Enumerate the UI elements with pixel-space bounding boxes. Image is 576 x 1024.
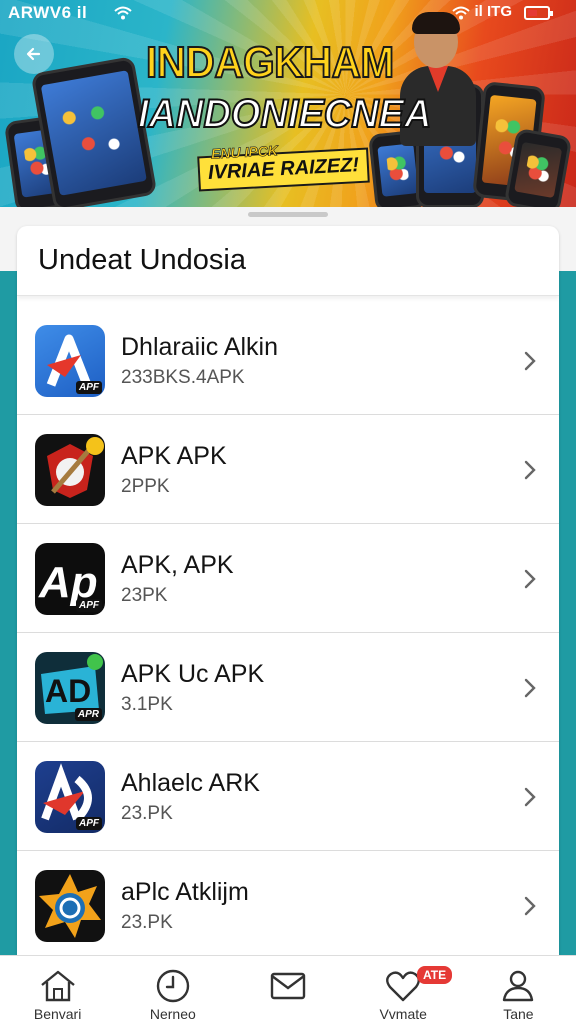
app-name: Dhlaraiic Alkin — [121, 333, 279, 361]
app-list-card: Undeat Undosia APF Dhlaraiic Alkin 233BK… — [17, 226, 559, 956]
apk-badge: APF — [76, 381, 102, 394]
ad-teal-icon: AD APR — [35, 652, 105, 724]
apk-badge: APF — [76, 817, 102, 830]
sheet-drag-handle[interactable] — [248, 212, 328, 217]
chevron-right-icon — [524, 896, 536, 916]
app-name: aPlc Atklijm — [121, 878, 249, 906]
nav-item-mail[interactable] — [230, 956, 345, 1024]
nav-label-home: Benvari — [33, 1006, 82, 1022]
compass-shield-icon — [35, 434, 105, 506]
app-size: 23.PK — [121, 803, 173, 824]
nav-label-favorites: Vvmate — [379, 1006, 427, 1022]
app-size: 3.1PK — [121, 694, 173, 715]
star-badge-icon — [35, 870, 105, 942]
ad-red-blue-icon: APF — [35, 761, 105, 833]
chevron-right-icon — [524, 787, 536, 807]
card-header: Undeat Undosia — [17, 226, 559, 296]
nav-item-home[interactable]: Benvari — [0, 956, 115, 1024]
list-item[interactable]: APF Ahlaelc ARK 23.PK — [17, 742, 559, 851]
wifi-icon — [114, 6, 132, 20]
app-name: APK APK — [121, 442, 227, 470]
app-size: 23.PK — [121, 912, 173, 933]
list-item[interactable]: APK APK 2PPK — [17, 415, 559, 524]
chevron-right-icon — [524, 569, 536, 589]
list-item[interactable]: APF Dhlaraiic Alkin 233BKS.4APK — [17, 306, 559, 415]
list-item[interactable]: aPlc Atklijm 23.PK — [17, 851, 559, 956]
apk-badge: APF — [76, 599, 102, 612]
ap-logo-icon: Ap APF — [35, 543, 105, 615]
card-title: Undeat Undosia — [38, 244, 246, 276]
battery-icon — [524, 6, 553, 20]
user-icon — [503, 970, 534, 1002]
list-item[interactable]: Ap APF APK, APK 23PK — [17, 524, 559, 633]
home-icon — [40, 970, 75, 1002]
back-arrow-icon — [26, 47, 41, 61]
app-size: 233BKS.4APK — [121, 367, 245, 388]
blue-a-icon: APF — [35, 325, 105, 397]
nav-label-recent: Nerneo — [149, 1006, 196, 1022]
chevron-right-icon — [524, 351, 536, 371]
notification-badge: ATE — [417, 966, 453, 984]
app-size: 2PPK — [121, 476, 170, 497]
back-button[interactable] — [14, 34, 54, 74]
nav-item-favorites[interactable]: ATE Vvmate — [346, 956, 461, 1024]
bottom-navigation: Benvari Nerneo ATE Vvmate Tane — [0, 955, 576, 1024]
app-name: Ahlaelc ARK — [121, 769, 260, 797]
mail-icon — [270, 972, 306, 1000]
app-list: APF Dhlaraiic Alkin 233BKS.4APK APK APK … — [17, 306, 559, 956]
status-bar: ARWV6 il il ITG — [0, 0, 576, 28]
app-name: APK, APK — [121, 551, 234, 579]
chevron-right-icon — [524, 678, 536, 698]
nav-item-profile[interactable]: Tane — [461, 956, 576, 1024]
status-left-text: ARWV6 il — [8, 3, 88, 22]
status-right-text: il ITG — [474, 3, 513, 20]
list-item[interactable]: AD APR APK Uc APK 3.1PK — [17, 633, 559, 742]
app-size: 23PK — [121, 585, 168, 606]
banner-title-line1: INDAGKHAM — [145, 37, 395, 88]
banner-title-line2: IANDONIECNEA — [137, 91, 432, 137]
app-name: APK Uc APK — [121, 660, 265, 688]
nav-label-profile: Tane — [503, 1006, 534, 1022]
clock-icon — [156, 969, 189, 1003]
wifi-icon-right — [452, 6, 470, 20]
chevron-right-icon — [524, 460, 536, 480]
svg-text:AD: AD — [45, 673, 91, 709]
promo-banner[interactable]: INDAGKHAM IANDONIECNEA ENU IPCK IVRIAE R… — [0, 0, 576, 210]
apk-badge: APR — [74, 708, 102, 721]
nav-item-recent[interactable]: Nerneo — [115, 956, 230, 1024]
